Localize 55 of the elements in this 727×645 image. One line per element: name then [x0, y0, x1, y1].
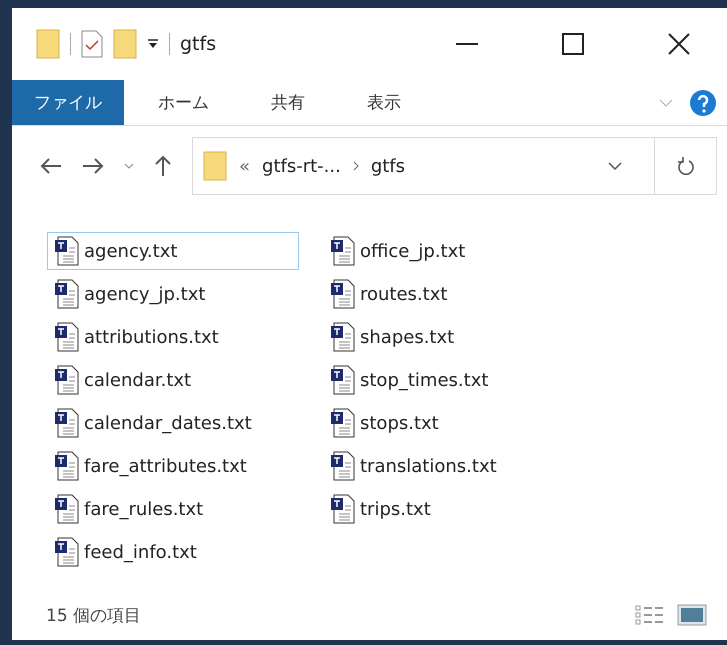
- breadcrumb[interactable]: gtfs-rt-...: [262, 156, 341, 176]
- file-item[interactable]: calendar_dates.txt: [47, 404, 323, 442]
- file-item[interactable]: stops.txt: [323, 404, 563, 442]
- breadcrumb[interactable]: gtfs: [370, 156, 406, 176]
- file-item[interactable]: translations.txt: [323, 447, 563, 485]
- file-item[interactable]: trips.txt: [323, 490, 563, 528]
- text-file-icon: [330, 451, 356, 481]
- back-button[interactable]: [40, 157, 62, 175]
- text-file-icon: [54, 537, 80, 567]
- overflow-marker[interactable]: «: [239, 156, 250, 176]
- text-file-icon: [330, 408, 356, 438]
- item-count: 15 個の項目: [46, 604, 142, 626]
- file-tab[interactable]: ファイル: [12, 80, 124, 125]
- text-file-icon: [330, 494, 356, 524]
- help-icon[interactable]: [689, 88, 717, 116]
- window-title: gtfs: [180, 33, 218, 55]
- address-bar[interactable]: « gtfs-rt-... gtfs: [192, 137, 717, 195]
- file-item[interactable]: fare_rules.txt: [47, 490, 323, 528]
- maximize-icon: [562, 33, 584, 55]
- file-item[interactable]: fare_attributes.txt: [47, 447, 323, 485]
- close-icon: [668, 33, 690, 55]
- file-item[interactable]: agency.txt: [47, 232, 299, 270]
- chevron-right-icon: [352, 161, 359, 171]
- text-file-icon: [330, 365, 356, 395]
- file-item[interactable]: routes.txt: [323, 275, 563, 313]
- text-file-icon: [54, 408, 80, 438]
- text-file-icon: [54, 494, 80, 524]
- file-item[interactable]: attributions.txt: [47, 318, 323, 356]
- forward-button[interactable]: [82, 157, 104, 175]
- dropdown-icon[interactable]: [147, 39, 159, 49]
- file-item[interactable]: agency_jp.txt: [47, 275, 323, 313]
- text-file-icon: [54, 279, 80, 309]
- text-file-icon: [330, 279, 356, 309]
- recent-dropdown-button[interactable]: [124, 163, 134, 169]
- chevron-down-icon[interactable]: [608, 162, 622, 170]
- folder-icon: [36, 29, 60, 59]
- properties-icon[interactable]: [81, 30, 103, 58]
- ribbon-tab[interactable]: 共有: [249, 80, 327, 125]
- ribbon-tab[interactable]: 表示: [345, 80, 423, 125]
- refresh-icon: [676, 156, 694, 176]
- text-file-icon: [330, 322, 356, 352]
- ribbon-tab[interactable]: ホーム: [136, 80, 231, 125]
- file-item[interactable]: shapes.txt: [323, 318, 563, 356]
- text-file-icon: [54, 365, 80, 395]
- text-file-icon: [54, 451, 80, 481]
- folder-icon: [203, 151, 227, 181]
- file-item[interactable]: office_jp.txt: [323, 232, 563, 270]
- text-file-icon: [54, 236, 80, 266]
- file-item[interactable]: calendar.txt: [47, 361, 323, 399]
- minimize-icon: [456, 43, 478, 45]
- file-item[interactable]: stop_times.txt: [323, 361, 563, 399]
- up-button[interactable]: [154, 155, 172, 177]
- text-file-icon: [330, 236, 356, 266]
- text-file-icon: [54, 322, 80, 352]
- file-item[interactable]: feed_info.txt: [47, 533, 323, 571]
